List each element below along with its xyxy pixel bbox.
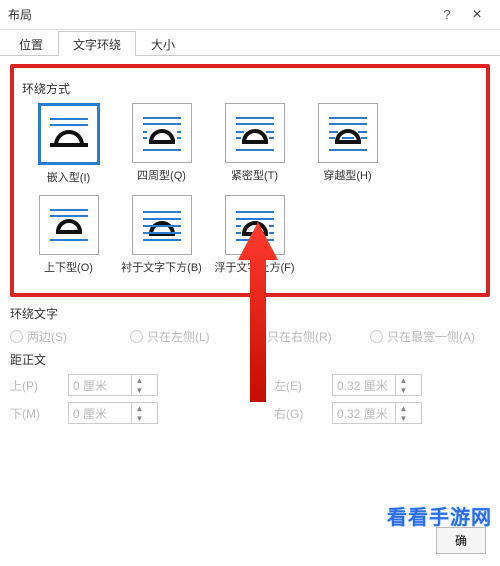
radio-largest-only[interactable]: 只在最宽一侧(A) [370,328,490,345]
window-title: 布局 [8,6,432,23]
distance-left-label: 左(E) [274,377,314,394]
wrap-style-label: 环绕方式 [22,80,478,97]
radio-input[interactable] [250,330,263,343]
tab-text-wrapping[interactable]: 文字环绕 [58,31,136,56]
wrap-style-highlight: 环绕方式 嵌入型(I) [10,64,490,297]
tab-size[interactable]: 大小 [136,31,190,56]
spin-up-icon[interactable]: ▲ [132,403,147,413]
distance-left-input[interactable] [333,375,395,395]
distance-top-label: 上(P) [10,377,50,394]
wrap-icon-tight [225,103,285,163]
ok-button[interactable]: 确 [436,527,486,554]
wrap-option-behind[interactable]: 衬于文字下方(B) [115,195,208,275]
wrap-option-square[interactable]: 四周型(Q) [115,103,208,185]
wrap-option-tight[interactable]: 紧密型(T) [208,103,301,185]
wrap-text-options: 两边(S) 只在左侧(L) 只在右侧(R) 只在最宽一侧(A) [10,328,490,345]
wrap-icon-inline [38,103,100,165]
wrap-icon-square [132,103,192,163]
tab-position[interactable]: 位置 [4,31,58,56]
distance-right-label: 右(G) [274,405,314,422]
help-button[interactable]: ? [432,7,462,22]
watermark-text: 看看手游网 [387,501,492,530]
spin-up-icon[interactable]: ▲ [132,375,147,385]
wrap-option-label: 穿越型(H) [323,167,371,183]
radio-input[interactable] [10,330,23,343]
spin-down-icon[interactable]: ▼ [132,413,147,423]
spin-down-icon[interactable]: ▼ [132,385,147,395]
distance-right-spinner[interactable]: ▲▼ [332,402,422,424]
wrap-style-grid: 嵌入型(I) [22,103,478,285]
radio-left-only[interactable]: 只在左侧(L) [130,328,250,345]
distance-top-spinner[interactable]: ▲▼ [68,374,158,396]
distance-label: 距正文 [10,351,490,368]
spin-down-icon[interactable]: ▼ [396,385,411,395]
radio-label: 只在最宽一侧(A) [387,328,475,345]
distance-grid: 上(P) ▲▼ 左(E) ▲▼ 下(M) ▲▼ 右(G) ▲▼ [10,374,490,424]
distance-bottom-input[interactable] [69,403,131,423]
wrap-option-through[interactable]: 穿越型(H) [301,103,394,185]
wrap-icon-front [225,195,285,255]
radio-right-only[interactable]: 只在右侧(R) [250,328,370,345]
distance-section: 距正文 上(P) ▲▼ 左(E) ▲▼ 下(M) ▲▼ 右(G) ▲▼ [10,351,490,424]
close-button[interactable]: × [462,6,492,24]
tab-strip: 位置 文字环绕 大小 [0,30,500,56]
radio-input[interactable] [130,330,143,343]
titlebar: 布局 ? × [0,0,500,30]
wrap-option-front[interactable]: 浮于文字上方(F) [208,195,301,275]
radio-label: 只在左侧(L) [147,328,210,345]
distance-bottom-label: 下(M) [10,405,50,422]
wrap-text-label: 环绕文字 [10,305,490,322]
distance-left-spinner[interactable]: ▲▼ [332,374,422,396]
wrap-option-topbottom[interactable]: 上下型(O) [22,195,115,275]
wrap-style-group: 环绕方式 嵌入型(I) [22,74,478,285]
wrap-option-label: 四周型(Q) [137,167,186,183]
wrap-text-section: 环绕文字 两边(S) 只在左侧(L) 只在右侧(R) 只在最宽一侧(A) [10,305,490,345]
radio-input[interactable] [370,330,383,343]
wrap-icon-behind [132,195,192,255]
spin-down-icon[interactable]: ▼ [396,413,411,423]
radio-label: 只在右侧(R) [267,328,332,345]
wrap-option-label: 上下型(O) [44,259,93,275]
wrap-option-label: 嵌入型(I) [47,169,90,185]
spin-up-icon[interactable]: ▲ [396,375,411,385]
wrap-option-label: 衬于文字下方(B) [121,259,202,275]
wrap-option-label: 紧密型(T) [231,167,278,183]
distance-bottom-spinner[interactable]: ▲▼ [68,402,158,424]
wrap-icon-through [318,103,378,163]
distance-top-input[interactable] [69,375,131,395]
wrap-option-label: 浮于文字上方(F) [214,259,294,275]
wrap-icon-topbottom [39,195,99,255]
wrap-option-inline[interactable]: 嵌入型(I) [22,103,115,185]
radio-both-sides[interactable]: 两边(S) [10,328,130,345]
dialog-content: 环绕方式 嵌入型(I) [0,56,500,432]
radio-label: 两边(S) [27,328,67,345]
dialog-footer: 确 [436,527,486,554]
distance-right-input[interactable] [333,403,395,423]
spin-up-icon[interactable]: ▲ [396,403,411,413]
